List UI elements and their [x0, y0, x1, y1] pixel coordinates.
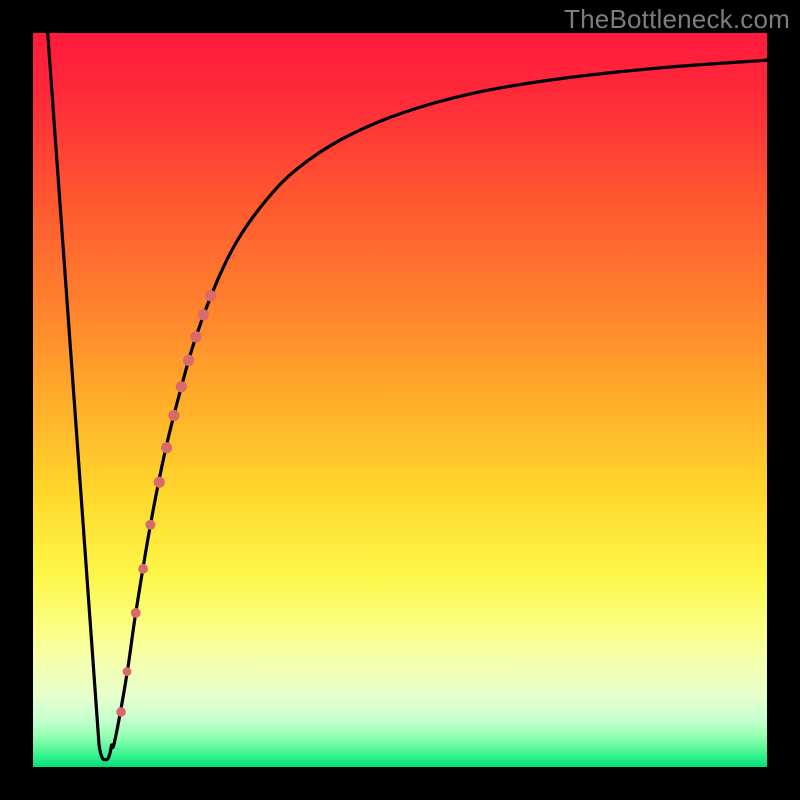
data-marker	[183, 355, 194, 366]
data-marker	[190, 331, 201, 342]
data-marker	[138, 564, 148, 574]
data-marker	[123, 667, 132, 676]
chart-frame: TheBottleneck.com	[0, 0, 800, 800]
data-marker	[168, 410, 179, 421]
data-marker	[145, 520, 155, 530]
bottleneck-curve	[48, 33, 767, 760]
data-marker	[161, 442, 172, 453]
curve-layer	[33, 33, 767, 767]
data-marker	[116, 707, 126, 717]
data-marker	[198, 309, 209, 320]
attribution-text: TheBottleneck.com	[564, 4, 790, 35]
data-marker	[131, 608, 141, 618]
data-marker	[154, 477, 165, 488]
plot-area	[33, 33, 767, 767]
data-marker	[176, 381, 187, 392]
data-marker	[205, 290, 216, 301]
